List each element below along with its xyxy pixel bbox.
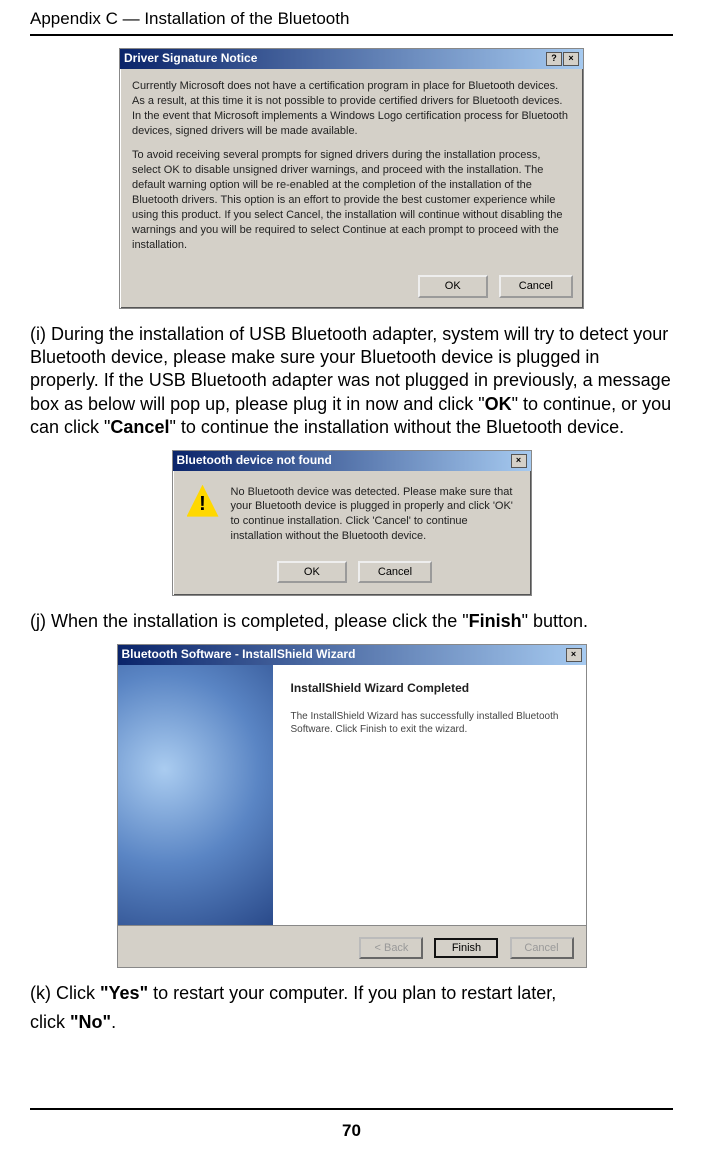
warning-icon xyxy=(187,485,219,517)
dialog-title: Driver Signature Notice xyxy=(124,51,257,67)
installshield-complete-dialog: Bluetooth Software - InstallShield Wizar… xyxy=(117,644,587,968)
wizard-globe-image xyxy=(118,665,273,925)
dialog-titlebar: Bluetooth Software - InstallShield Wizar… xyxy=(118,645,586,665)
close-icon[interactable]: × xyxy=(566,648,582,662)
page-number: 70 xyxy=(342,1121,361,1140)
dialog-title: Bluetooth Software - InstallShield Wizar… xyxy=(122,647,356,663)
dialog-titlebar: Bluetooth device not found × xyxy=(173,451,531,471)
paragraph-k: (k) Click "Yes" to restart your computer… xyxy=(0,978,703,1005)
ok-button[interactable]: OK xyxy=(418,275,488,297)
wizard-message: The InstallShield Wizard has successfull… xyxy=(291,710,568,736)
paragraph-k-line2: click "No". xyxy=(0,1005,703,1034)
ok-button[interactable]: OK xyxy=(277,561,347,583)
back-button[interactable]: < Back xyxy=(359,937,423,959)
finish-button[interactable]: Finish xyxy=(434,938,498,958)
bluetooth-not-found-dialog: Bluetooth device not found × No Bluetoot… xyxy=(172,450,532,597)
dialog-text-2: To avoid receiving several prompts for s… xyxy=(132,148,571,252)
dialog-text-1: Currently Microsoft does not have a cert… xyxy=(132,79,571,138)
dialog-message: No Bluetooth device was detected. Please… xyxy=(231,485,517,544)
dialog-titlebar: Driver Signature Notice ? × xyxy=(120,49,583,69)
wizard-heading: InstallShield Wizard Completed xyxy=(291,681,568,697)
close-icon[interactable]: × xyxy=(511,454,527,468)
driver-signature-dialog: Driver Signature Notice ? × Currently Mi… xyxy=(119,48,584,309)
cancel-button[interactable]: Cancel xyxy=(358,561,432,583)
page-footer: 70 xyxy=(0,1104,703,1142)
cancel-button[interactable]: Cancel xyxy=(499,275,573,297)
dialog-title: Bluetooth device not found xyxy=(177,453,332,469)
close-icon[interactable]: × xyxy=(563,52,579,66)
help-icon[interactable]: ? xyxy=(546,52,562,66)
page-header: Appendix C — Installation of the Bluetoo… xyxy=(0,0,703,38)
cancel-button[interactable]: Cancel xyxy=(510,937,574,959)
header-title: Appendix C — Installation of the Bluetoo… xyxy=(30,9,349,28)
paragraph-i: (i) During the installation of USB Bluet… xyxy=(0,319,703,440)
paragraph-j: (j) When the installation is completed, … xyxy=(0,606,703,633)
